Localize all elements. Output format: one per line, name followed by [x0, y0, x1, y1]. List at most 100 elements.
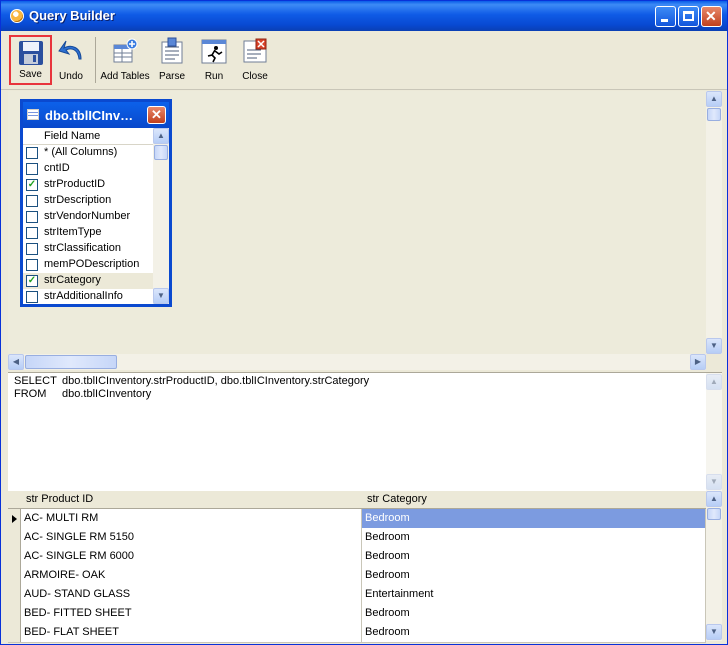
run-button[interactable]: Run	[198, 35, 230, 85]
undo-button[interactable]: Undo	[55, 35, 87, 85]
close-window-button[interactable]: ✕	[701, 6, 722, 27]
diagram-vertical-scrollbar[interactable]: ▲ ▼	[706, 91, 722, 354]
field-item-stradditionalinfo[interactable]: strAdditionalInfo	[23, 289, 153, 305]
field-item-strvendornumber[interactable]: strVendorNumber	[23, 209, 153, 225]
parse-document-icon	[161, 37, 183, 64]
scroll-thumb[interactable]	[707, 508, 721, 520]
table-row[interactable]: BED- FITTED SHEET Bedroom	[8, 604, 706, 624]
field-item-all-columns[interactable]: * (All Columns)	[23, 145, 153, 161]
field-item-strcategory[interactable]: ✓ strCategory	[23, 273, 153, 289]
scroll-thumb[interactable]	[707, 108, 721, 121]
field-checkbox[interactable]	[26, 147, 38, 159]
add-table-icon	[113, 38, 138, 63]
field-item-cntid[interactable]: cntID	[23, 161, 153, 177]
add-tables-button[interactable]: Add Tables	[100, 35, 150, 85]
scroll-down-arrow-icon[interactable]: ▼	[706, 338, 722, 354]
scroll-thumb[interactable]	[154, 145, 168, 160]
field-checkbox[interactable]	[26, 291, 38, 303]
field-checkbox[interactable]	[26, 227, 38, 239]
parse-label: Parse	[158, 71, 186, 82]
table-row[interactable]: ARMOIRE- OAK Bedroom	[8, 566, 706, 586]
field-list-scrollbar[interactable]: ▲ ▼	[153, 128, 169, 304]
current-row-arrow-icon	[12, 515, 17, 523]
field-checkbox[interactable]	[26, 259, 38, 271]
field-checkbox[interactable]	[26, 163, 38, 175]
scroll-left-arrow-icon[interactable]: ◀	[8, 354, 24, 370]
cell-product-id[interactable]: BED- FITTED SHEET	[21, 604, 362, 623]
row-selector[interactable]	[8, 585, 21, 604]
field-checkbox[interactable]	[26, 211, 38, 223]
table-row[interactable]: AC- SINGLE RM 5150 Bedroom	[8, 528, 706, 548]
cell-category[interactable]: Bedroom	[362, 547, 706, 566]
cell-category[interactable]: Bedroom	[362, 623, 706, 642]
grid-vertical-scrollbar[interactable]: ▲ ▼	[706, 491, 722, 641]
sql-pane[interactable]: SELECT dbo.tblICInventory.strProductID, d…	[8, 372, 722, 491]
close-icon: ✕	[705, 8, 717, 24]
table-name: dbo.tblICInv…	[45, 108, 134, 123]
scroll-right-arrow-icon[interactable]: ▶	[690, 354, 706, 370]
column-header-product-id[interactable]: str Product ID	[26, 493, 93, 505]
scroll-up-arrow-icon[interactable]: ▲	[706, 491, 722, 507]
scroll-thumb[interactable]	[25, 355, 117, 369]
cell-product-id[interactable]: AUD- STAND GLASS	[21, 585, 362, 604]
row-selector[interactable]	[8, 509, 21, 528]
grid-header-row: str Product ID str Category	[8, 491, 706, 509]
scroll-up-arrow-icon[interactable]: ▲	[153, 128, 169, 144]
column-header-category[interactable]: str Category	[367, 493, 427, 505]
field-checkbox[interactable]	[26, 243, 38, 255]
save-label: Save	[19, 69, 42, 80]
row-selector[interactable]	[8, 604, 21, 623]
diagram-horizontal-scrollbar[interactable]: ◀ ▶	[8, 354, 706, 370]
close-label: Close	[242, 71, 268, 82]
parse-button[interactable]: Parse	[156, 35, 188, 85]
cell-product-id[interactable]: ARMOIRE- OAK	[21, 566, 362, 585]
cell-category[interactable]: Bedroom	[362, 509, 706, 528]
sql-select-line: SELECT dbo.tblICInventory.strProductID, d…	[14, 375, 370, 387]
title-bar[interactable]: Query Builder ✕	[1, 1, 727, 31]
field-name-header: Field Name	[23, 128, 153, 145]
minimize-icon	[661, 19, 668, 22]
add-tables-label: Add Tables	[100, 71, 150, 82]
maximize-button[interactable]	[678, 6, 699, 27]
field-item-strclassification[interactable]: strClassification	[23, 241, 153, 257]
row-selector[interactable]	[8, 528, 21, 547]
field-item-mempodescription[interactable]: memPODescription	[23, 257, 153, 273]
toolbar: Save Undo Add Tables Parse Run Close	[1, 31, 727, 90]
scroll-down-arrow-icon[interactable]: ▼	[153, 288, 169, 304]
table-window[interactable]: dbo.tblICInv… ✕ Field Name * (All Column…	[20, 99, 172, 307]
field-item-strdescription[interactable]: strDescription	[23, 193, 153, 209]
field-item-stritemtype[interactable]: strItemType	[23, 225, 153, 241]
scroll-down-arrow-icon[interactable]: ▼	[706, 624, 722, 640]
field-checkbox-checked[interactable]: ✓	[26, 275, 38, 287]
row-selector[interactable]	[8, 566, 21, 585]
field-checkbox-checked[interactable]: ✓	[26, 179, 38, 191]
row-selector[interactable]	[8, 547, 21, 566]
scroll-down-arrow-icon[interactable]: ▼	[706, 474, 722, 490]
table-row[interactable]: AUD- STAND GLASS Entertainment	[8, 585, 706, 605]
table-close-icon[interactable]: ✕	[147, 106, 166, 124]
close-button[interactable]: Close	[239, 35, 271, 85]
scroll-up-arrow-icon[interactable]: ▲	[706, 91, 722, 107]
table-row[interactable]: BED- FLAT SHEET Bedroom	[8, 623, 706, 643]
table-row[interactable]: AC- MULTI RM Bedroom	[8, 509, 706, 529]
scroll-up-arrow-icon[interactable]: ▲	[706, 374, 722, 390]
field-item-strproductid[interactable]: ✓ strProductID	[23, 177, 153, 193]
query-builder-window: Query Builder ✕ Save Undo Add Tables Par…	[0, 0, 728, 645]
save-button[interactable]: Save	[9, 35, 52, 85]
sql-vertical-scrollbar[interactable]: ▲ ▼	[706, 373, 722, 491]
row-selector[interactable]	[8, 623, 21, 642]
field-checkbox[interactable]	[26, 195, 38, 207]
cell-product-id[interactable]: AC- MULTI RM	[21, 509, 362, 528]
minimize-button[interactable]	[655, 6, 676, 27]
cell-product-id[interactable]: AC- SINGLE RM 6000	[21, 547, 362, 566]
cell-category[interactable]: Bedroom	[362, 528, 706, 547]
cell-category[interactable]: Bedroom	[362, 604, 706, 623]
table-row[interactable]: AC- SINGLE RM 6000 Bedroom	[8, 547, 706, 567]
cell-product-id[interactable]: BED- FLAT SHEET	[21, 623, 362, 642]
floppy-disk-icon	[18, 41, 43, 65]
table-window-title-bar[interactable]: dbo.tblICInv… ✕	[23, 102, 169, 128]
undo-label: Undo	[59, 71, 83, 82]
cell-product-id[interactable]: AC- SINGLE RM 5150	[21, 528, 362, 547]
cell-category[interactable]: Bedroom	[362, 566, 706, 585]
cell-category[interactable]: Entertainment	[362, 585, 706, 604]
